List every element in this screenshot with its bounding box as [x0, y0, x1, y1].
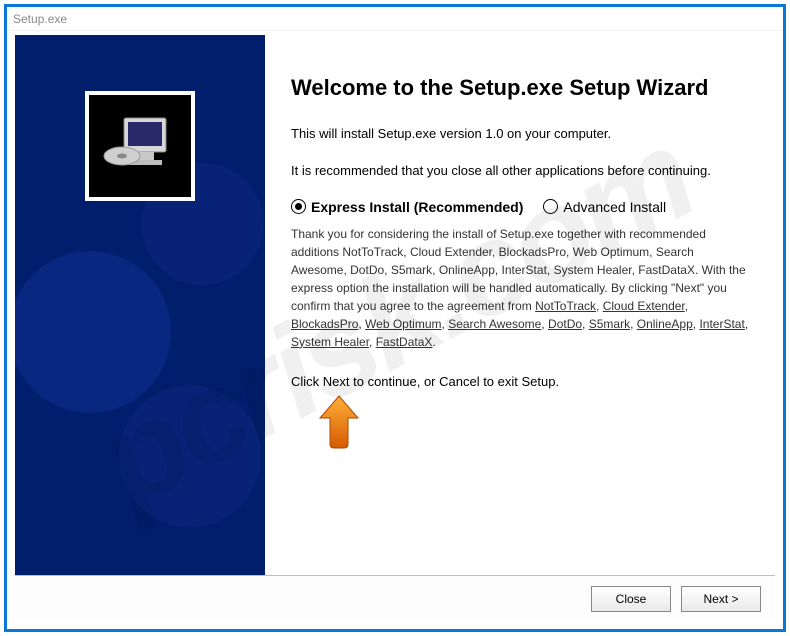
main-row: Welcome to the Setup.exe Setup Wizard Th…: [15, 35, 775, 575]
wizard-continue-text: Click Next to continue, or Cancel to exi…: [291, 373, 749, 392]
link-fastdatax[interactable]: FastDataX: [376, 335, 433, 349]
wizard-heading: Welcome to the Setup.exe Setup Wizard: [291, 75, 749, 101]
window-titlebar: Setup.exe: [7, 7, 783, 31]
link-blockadspro[interactable]: BlockadsPro: [291, 317, 358, 331]
wizard-intro: This will install Setup.exe version 1.0 …: [291, 125, 749, 144]
radio-advanced-label: Advanced Install: [563, 199, 666, 215]
link-weboptimum[interactable]: Web Optimum: [365, 317, 441, 331]
install-type-radio-group: Express Install (Recommended) Advanced I…: [291, 199, 749, 215]
close-button[interactable]: Close: [591, 586, 671, 612]
link-systemhealer[interactable]: System Healer: [291, 335, 369, 349]
radio-express[interactable]: Express Install (Recommended): [291, 199, 523, 215]
link-nottotrack[interactable]: NotToTrack: [535, 299, 596, 313]
installer-icon: [85, 91, 195, 201]
radio-advanced[interactable]: Advanced Install: [543, 199, 666, 215]
link-s5mark[interactable]: S5mark: [589, 317, 630, 331]
bundle-disclosure: Thank you for considering the install of…: [291, 225, 749, 351]
radio-icon: [543, 199, 558, 214]
next-button[interactable]: Next >: [681, 586, 761, 612]
link-interstat[interactable]: InterStat: [699, 317, 744, 331]
radio-express-label: Express Install (Recommended): [311, 199, 523, 215]
link-dotdo[interactable]: DotDo: [548, 317, 582, 331]
window-title: Setup.exe: [13, 12, 67, 26]
window-frame: Setup.exe Welcome to the Setup: [4, 4, 786, 632]
footer-button-bar: Close Next >: [15, 575, 775, 621]
link-cloudextender[interactable]: Cloud Extender: [603, 299, 685, 313]
link-searchawesome[interactable]: Search Awesome: [448, 317, 541, 331]
wizard-body: Welcome to the Setup.exe Setup Wizard Th…: [265, 35, 775, 575]
link-onlineapp[interactable]: OnlineApp: [637, 317, 693, 331]
content-area: Welcome to the Setup.exe Setup Wizard Th…: [15, 35, 775, 621]
radio-icon: [291, 199, 306, 214]
wizard-recommend: It is recommended that you close all oth…: [291, 162, 749, 181]
computer-disc-icon: [100, 106, 180, 186]
wizard-sidebar: [15, 35, 265, 575]
